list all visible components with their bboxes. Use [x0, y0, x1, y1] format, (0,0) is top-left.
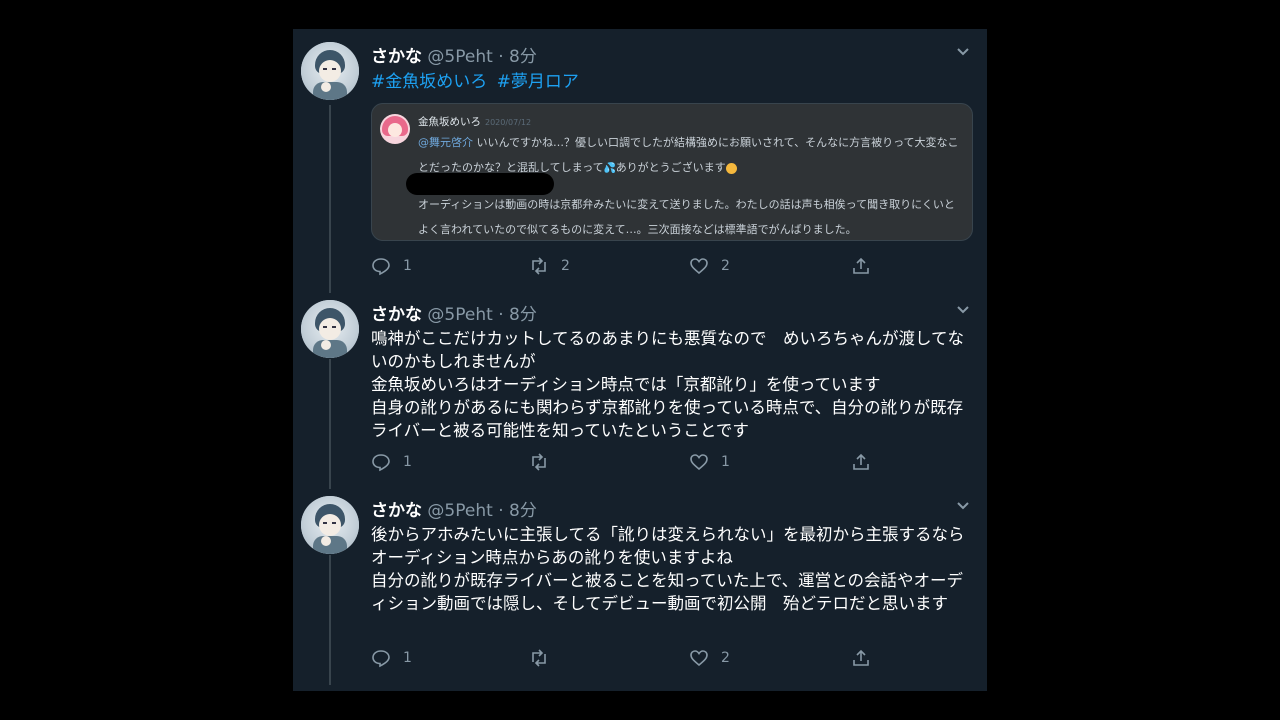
retweet-button[interactable] [529, 450, 561, 474]
like-count: 2 [721, 258, 730, 274]
like-button[interactable]: 2 [689, 254, 730, 278]
avatar[interactable] [301, 300, 359, 358]
display-name[interactable]: さかな [371, 305, 422, 325]
reply-count: 1 [403, 650, 412, 666]
hashtag-link[interactable]: #金魚坂めいろ [371, 72, 487, 92]
tweet-thread-panel: さかな @5Peht · 8分 #金魚坂めいろ #夢月ロア 金魚坂めいろ 2020… [293, 29, 987, 691]
tweet-header: さかな @5Peht · 8分 [371, 501, 537, 521]
chevron-down-icon[interactable] [955, 301, 971, 317]
reply-button[interactable]: 1 [371, 450, 412, 474]
retweet-count: 2 [561, 258, 570, 274]
user-handle[interactable]: @5Peht [427, 501, 492, 521]
timestamp[interactable]: 8分 [509, 501, 537, 521]
retweet-icon [532, 649, 546, 667]
tweet-text: 後からアホみたいに主張してる「訛りは変えられない」を最初から主張するならオーディ… [371, 525, 965, 613]
avatar[interactable] [301, 42, 359, 100]
reply-icon [372, 650, 390, 668]
retweet-icon [532, 453, 546, 471]
reply-icon [372, 258, 390, 276]
user-handle[interactable]: @5Peht [427, 305, 492, 325]
quote-text: オーディションは動画の時は京都弁みたいに変えて送りました。わたしの話は声も相俟っ… [418, 198, 955, 236]
user-handle[interactable]: @5Peht [427, 47, 492, 67]
retweet-icon [532, 257, 546, 275]
reply-icon [372, 454, 390, 472]
reply-button[interactable]: 1 [371, 254, 412, 278]
tweet[interactable]: さかな @5Peht · 8分 鳴神がここだけカットしてるのあまりにも悪質なので… [293, 287, 987, 483]
timestamp[interactable]: 8分 [509, 305, 537, 325]
timestamp[interactable]: 8分 [509, 47, 537, 67]
share-icon [853, 257, 869, 274]
heart-icon [690, 454, 708, 471]
quote-avatar [380, 114, 410, 144]
tweet-header: さかな @5Peht · 8分 [371, 305, 537, 325]
heart-icon [690, 258, 708, 275]
quote-mention: @舞元啓介 [418, 136, 473, 149]
display-name[interactable]: さかな [371, 47, 422, 67]
tweet-header: さかな @5Peht · 8分 [371, 47, 537, 67]
reply-button[interactable]: 1 [371, 646, 412, 670]
hashtag-link[interactable]: #夢月ロア [497, 72, 579, 92]
quote-header: 金魚坂めいろ 2020/07/12 [418, 114, 531, 129]
tweet[interactable]: さかな @5Peht · 8分 後からアホみたいに主張してる「訛りは変えられない… [293, 483, 987, 691]
sweat-drops-icon: 💦 [603, 163, 617, 174]
share-icon [853, 649, 869, 666]
reply-count: 1 [403, 258, 412, 274]
hashtags: #金魚坂めいろ #夢月ロア [371, 67, 583, 92]
retweet-button[interactable]: 2 [529, 254, 570, 278]
like-count: 1 [721, 454, 730, 470]
emoji-icon [725, 162, 737, 174]
chevron-down-icon[interactable] [955, 497, 971, 513]
display-name[interactable]: さかな [371, 501, 422, 521]
tweet-actions: 1 1 [371, 450, 871, 474]
avatar[interactable] [301, 496, 359, 554]
heart-icon [690, 650, 708, 667]
chevron-down-icon[interactable] [955, 43, 971, 59]
share-button[interactable] [851, 646, 883, 670]
tweet-actions: 1 2 [371, 646, 871, 670]
tweet-actions: 1 2 2 [371, 254, 871, 278]
quote-date: 2020/07/12 [485, 118, 532, 127]
tweet-text: 鳴神がここだけカットしてるのあまりにも悪質なので めいろちゃんが渡してないのかも… [371, 329, 965, 440]
share-button[interactable] [851, 450, 883, 474]
tweet[interactable]: さかな @5Peht · 8分 #金魚坂めいろ #夢月ロア 金魚坂めいろ 2020… [293, 29, 987, 291]
share-button[interactable] [851, 254, 883, 278]
reply-count: 1 [403, 454, 412, 470]
share-icon [853, 453, 869, 470]
like-button[interactable]: 2 [689, 646, 730, 670]
quoted-image[interactable]: 金魚坂めいろ 2020/07/12 @舞元啓介 いいんですかね…？優しい口調でした… [371, 103, 973, 241]
retweet-button[interactable] [529, 646, 561, 670]
quote-display-name: 金魚坂めいろ [418, 116, 481, 128]
like-count: 2 [721, 650, 730, 666]
quote-text-part: ありがとうございます [615, 161, 726, 174]
like-button[interactable]: 1 [689, 450, 730, 474]
